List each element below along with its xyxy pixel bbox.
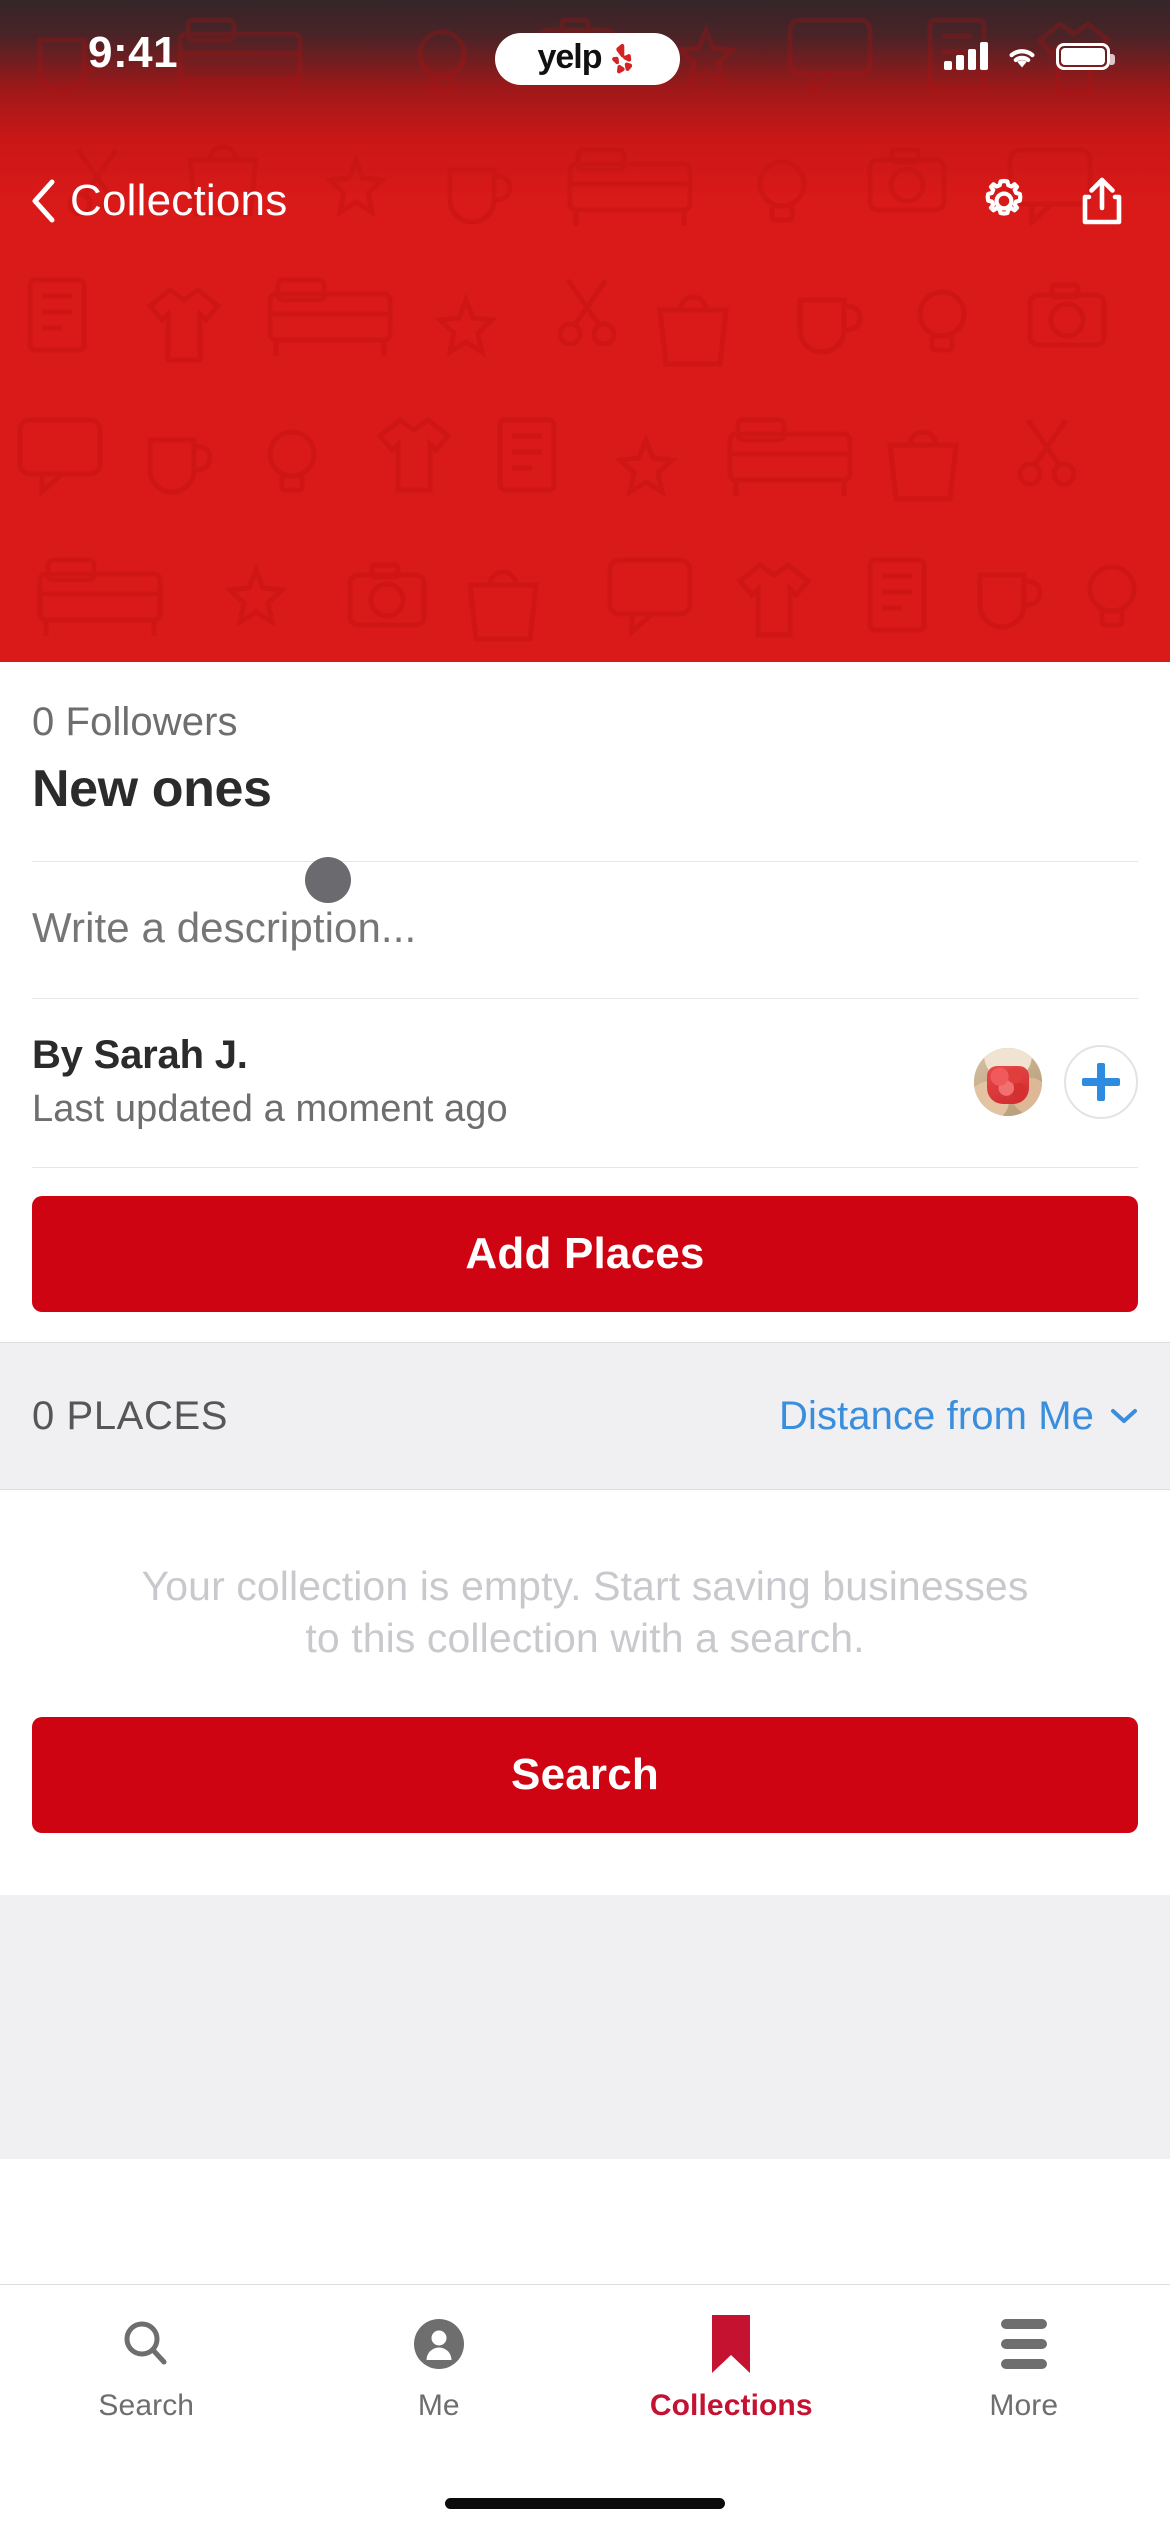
empty-state: Your collection is empty. Start saving b… bbox=[0, 1490, 1170, 1665]
collection-details: 0 Followers New ones Write a description… bbox=[0, 662, 1170, 2159]
tab-label: Me bbox=[417, 2389, 460, 2422]
author-row: By Sarah J. Last updated a moment ago bbox=[0, 999, 1170, 1167]
collection-header: 0 Followers New ones bbox=[0, 662, 1170, 861]
author-name: By Sarah J. bbox=[32, 1033, 248, 1077]
status-indicators bbox=[944, 42, 1115, 70]
chevron-down-icon bbox=[1111, 1409, 1137, 1423]
places-count: 0 PLACES bbox=[32, 1393, 229, 1438]
tab-more[interactable]: More bbox=[878, 2285, 1170, 2467]
cellular-signal-icon bbox=[944, 42, 988, 70]
page-title: Collections bbox=[70, 176, 288, 225]
empty-state-line-1: Your collection is empty. Start saving b… bbox=[141, 1563, 1029, 1609]
last-updated: Last updated a moment ago bbox=[32, 1088, 508, 1130]
plus-icon bbox=[1082, 1063, 1120, 1101]
description-field[interactable]: Write a description... bbox=[0, 857, 1170, 998]
places-toolbar: 0 PLACES Distance from Me bbox=[0, 1342, 1170, 1490]
navigation-bar: Collections bbox=[0, 155, 1170, 247]
yelp-burst-icon bbox=[611, 43, 632, 74]
tab-search[interactable]: Search bbox=[0, 2285, 293, 2467]
tab-me[interactable]: Me bbox=[293, 2285, 586, 2467]
status-bar: 9:41 yelp bbox=[0, 0, 1170, 112]
search-button[interactable]: Search bbox=[32, 1716, 1138, 1833]
add-places-button[interactable]: Add Places bbox=[32, 1196, 1138, 1312]
tab-label: Collections bbox=[649, 2389, 813, 2422]
collection-title: New ones bbox=[32, 760, 272, 818]
hamburger-menu-icon bbox=[1000, 2313, 1047, 2375]
avatar[interactable] bbox=[974, 1048, 1042, 1116]
battery-icon bbox=[1056, 42, 1115, 70]
chevron-left-icon bbox=[32, 179, 55, 223]
collection-hero-banner: 9:41 yelp Collections bbox=[0, 0, 1170, 662]
description-placeholder: Write a description... bbox=[32, 904, 417, 951]
home-indicator bbox=[445, 2498, 725, 2509]
search-icon bbox=[118, 2313, 174, 2375]
yelp-logo-pill: yelp bbox=[495, 33, 680, 85]
author-info: By Sarah J. Last updated a moment ago bbox=[32, 1033, 508, 1131]
status-time: 9:41 bbox=[88, 28, 179, 77]
share-icon[interactable] bbox=[1076, 175, 1128, 227]
person-circle-icon bbox=[410, 2313, 468, 2375]
tab-label: Search bbox=[98, 2389, 195, 2422]
touch-indicator bbox=[305, 857, 351, 903]
empty-state-line-2: to this collection with a search. bbox=[305, 1615, 865, 1662]
bookmark-icon bbox=[708, 2313, 754, 2375]
search-section: Search bbox=[0, 1664, 1170, 1895]
back-button[interactable]: Collections bbox=[22, 155, 295, 247]
tab-label: More bbox=[989, 2389, 1059, 2422]
wifi-icon bbox=[1009, 49, 1035, 68]
bottom-filler bbox=[0, 1894, 1170, 2159]
nav-actions bbox=[978, 155, 1128, 247]
bottom-tab-bar: Search Me Collections More bbox=[0, 2284, 1170, 2532]
collaborators bbox=[974, 1045, 1138, 1119]
sort-label: Distance from Me bbox=[778, 1393, 1094, 1438]
add-places-section: Add Places bbox=[0, 1168, 1170, 1342]
tab-collections[interactable]: Collections bbox=[585, 2285, 878, 2467]
yelp-wordmark: yelp bbox=[537, 38, 602, 76]
add-collaborator-button[interactable] bbox=[1064, 1045, 1138, 1119]
gear-icon[interactable] bbox=[978, 175, 1030, 227]
sort-dropdown[interactable]: Distance from Me bbox=[779, 1394, 1138, 1439]
followers-count: 0 Followers bbox=[32, 700, 238, 744]
app-screen: 9:41 yelp Collections 0 Followers New on… bbox=[0, 0, 1170, 2532]
